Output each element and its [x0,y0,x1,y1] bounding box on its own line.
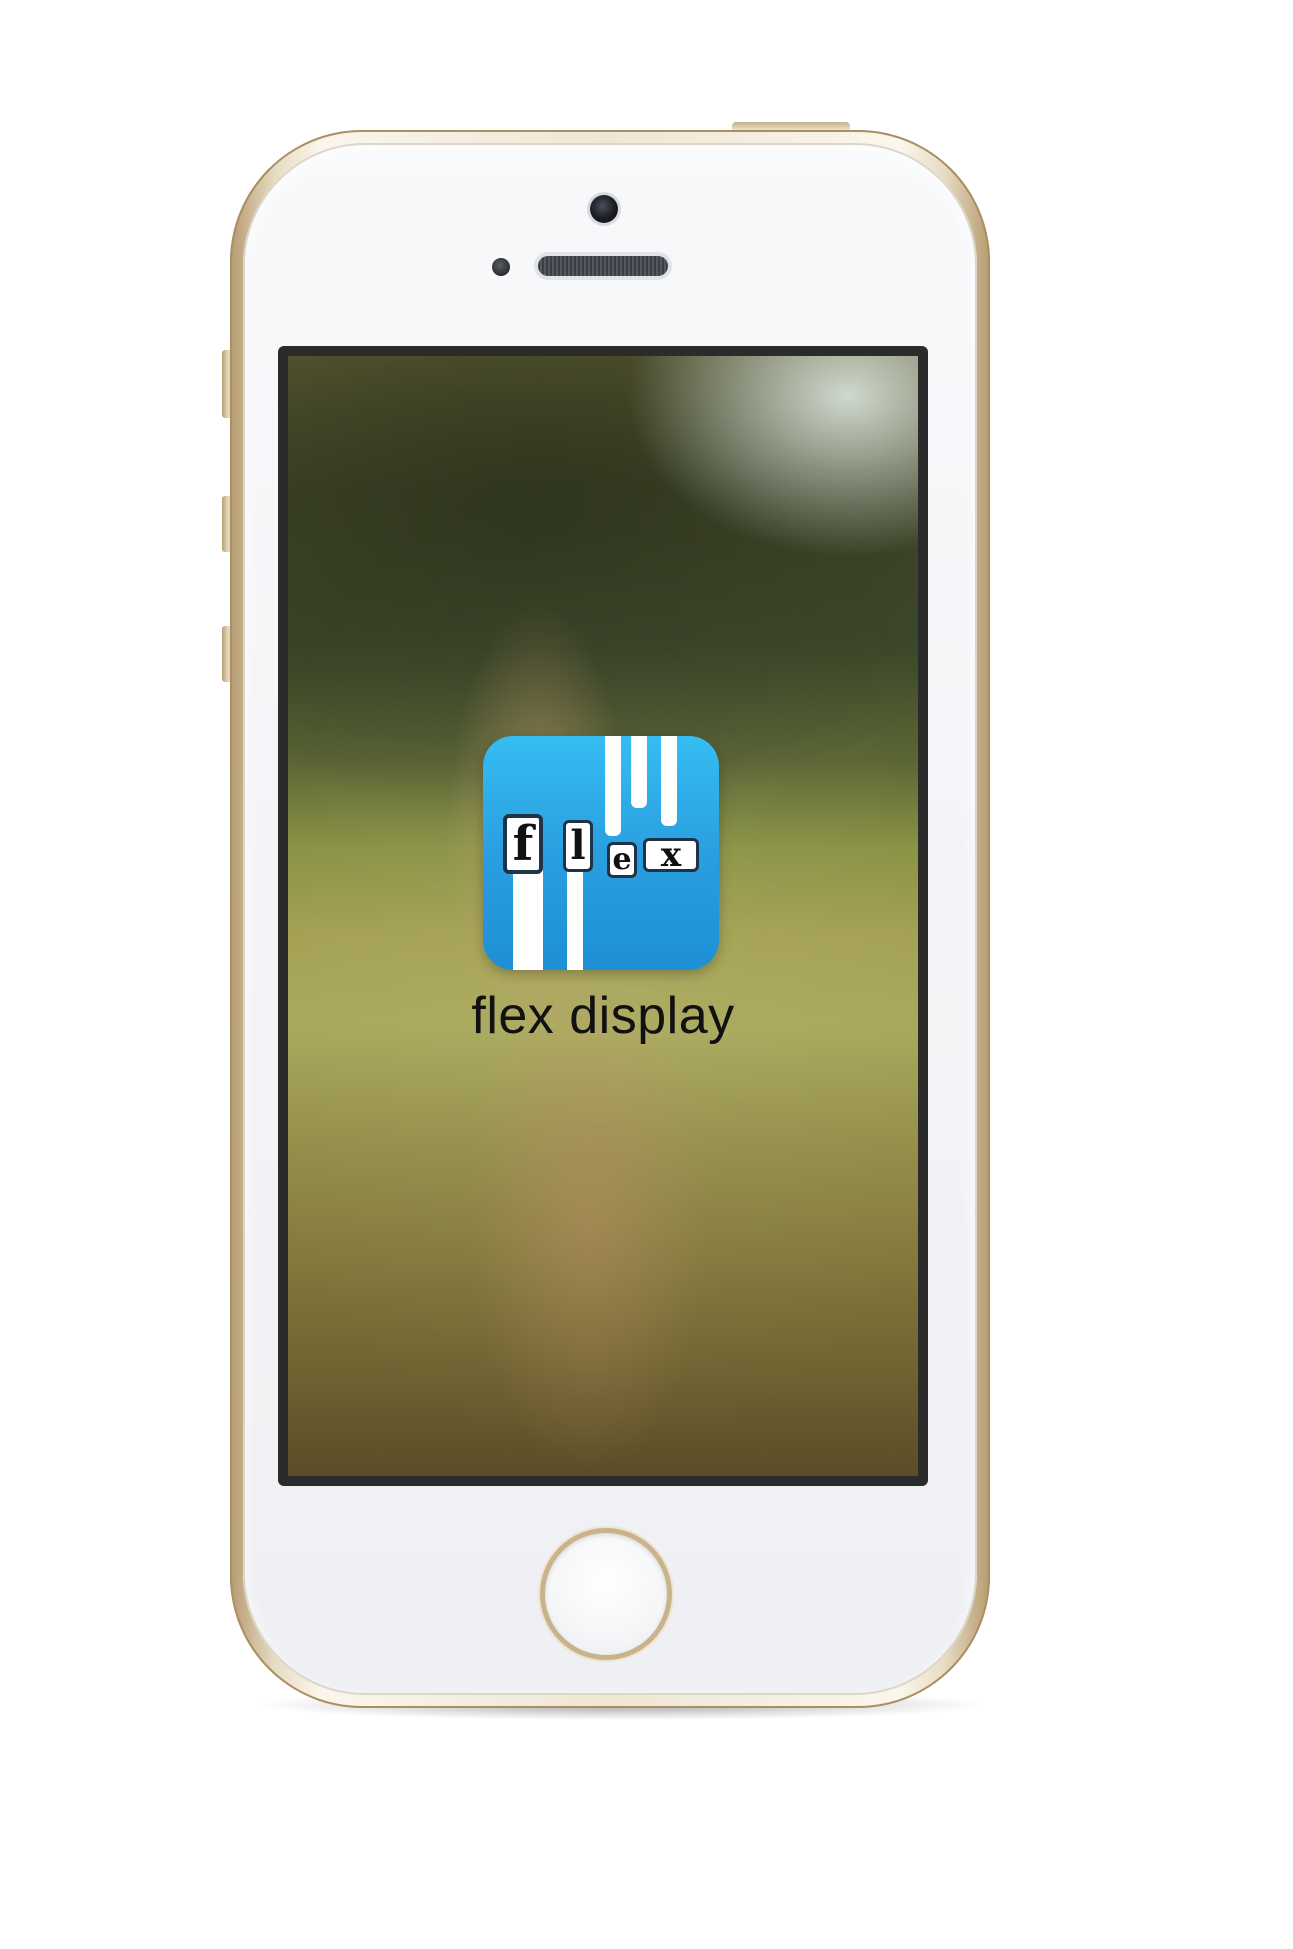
icon-letter: x [660,835,682,875]
arm-graphic [631,736,647,808]
arm-graphic [661,736,677,826]
front-camera-icon [590,195,618,223]
proximity-sensor [492,258,510,276]
arm-graphic [529,864,543,970]
icon-letter: l [570,822,586,869]
icon-letter-card: e [607,842,637,878]
icon-letter: f [512,816,534,872]
home-button[interactable] [540,1528,672,1660]
earpiece-speaker [538,256,668,276]
arm-graphic [605,736,621,836]
icon-letter: e [612,842,632,877]
icon-letter-card: x [643,838,699,872]
arm-graphic [567,860,583,970]
app-name-label: flex display [471,987,735,1045]
flex-app-icon[interactable]: f l e x [483,736,719,970]
home-screen: f l e x flex display [288,356,918,1476]
icon-letter-card: l [563,820,593,872]
icon-letter-card: f [503,814,543,874]
